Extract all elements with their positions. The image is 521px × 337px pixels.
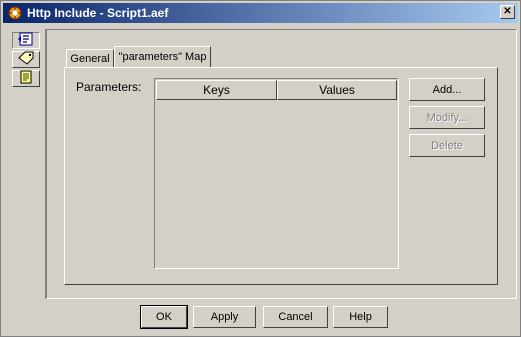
ok-button[interactable]: OK [140, 305, 188, 329]
add-button-label: Add... [432, 83, 462, 96]
title-bar[interactable]: Http Include - Script1.aef ✕ [3, 3, 518, 23]
tag-icon [17, 51, 35, 68]
side-button-document[interactable] [12, 70, 40, 87]
side-button-tag[interactable] [12, 51, 40, 68]
close-button[interactable]: ✕ [500, 5, 515, 19]
modify-button[interactable]: Modify... [409, 106, 485, 129]
general-info-icon [17, 32, 35, 49]
column-header-values[interactable]: Values [277, 80, 397, 100]
modify-button-label: Modify... [426, 111, 468, 124]
dialog-window: Http Include - Script1.aef ✕ General "pa… [0, 0, 521, 337]
script-app-icon [8, 6, 22, 20]
parameters-label: Parameters: [76, 80, 142, 94]
delete-button[interactable]: Delete [409, 134, 485, 157]
help-button[interactable]: Help [333, 306, 388, 328]
document-icon [17, 70, 35, 87]
tab-general-label: General [70, 52, 110, 65]
cancel-button-label: Cancel [278, 311, 313, 323]
close-icon: ✕ [503, 6, 512, 17]
add-button[interactable]: Add... [409, 78, 485, 101]
side-button-general[interactable] [12, 32, 40, 49]
delete-button-label: Delete [431, 139, 463, 152]
column-header-values-label: Values [319, 83, 355, 97]
tab-general[interactable]: General [66, 49, 114, 67]
tab-parameters-map[interactable]: "parameters" Map [114, 46, 211, 67]
column-header-keys[interactable]: Keys [156, 80, 277, 100]
apply-button[interactable]: Apply [193, 306, 256, 328]
column-header-keys-label: Keys [203, 83, 230, 97]
window-title: Http Include - Script1.aef [27, 6, 169, 20]
apply-button-label: Apply [210, 311, 239, 323]
cancel-button[interactable]: Cancel [263, 306, 328, 328]
help-button-label: Help [349, 311, 372, 323]
tab-parameters-map-label: "parameters" Map [118, 51, 207, 63]
parameters-table[interactable]: Keys Values [154, 78, 399, 269]
ok-button-label: OK [156, 311, 172, 323]
